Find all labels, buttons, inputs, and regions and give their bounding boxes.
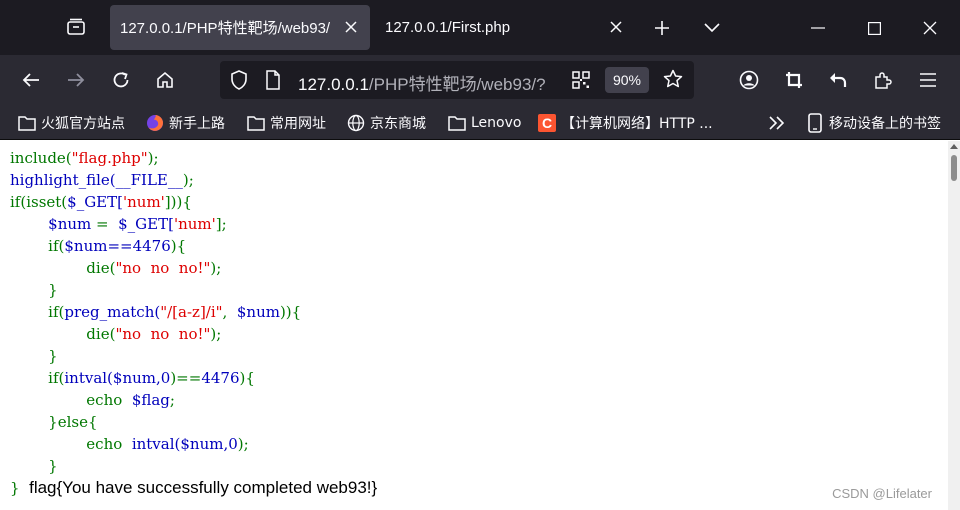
new-tab-plus-icon[interactable] bbox=[646, 12, 678, 44]
mobile-icon bbox=[806, 113, 824, 133]
tab-bar: 127.0.0.1/PHP特性靶场/web93/ 127.0.0.1/First… bbox=[0, 0, 960, 55]
flag-output: flag{You have successfully completed web… bbox=[29, 478, 378, 497]
php-source-code: include("flag.php"); highlight_file(__FI… bbox=[10, 147, 377, 499]
navigation-bar: 127.0.0.1/PHP特性靶场/web93/? 90% bbox=[0, 55, 960, 105]
code-line: if(isset($_GET['num'])){ bbox=[10, 193, 192, 211]
shield-icon[interactable] bbox=[230, 70, 248, 94]
page-info-icon[interactable] bbox=[265, 70, 281, 94]
url-input[interactable]: 127.0.0.1/PHP特性靶场/web93/? bbox=[298, 70, 568, 95]
zoom-level-button[interactable]: 90% bbox=[605, 67, 649, 93]
minimize-icon[interactable] bbox=[802, 12, 834, 44]
code-line: die("no no no!"); bbox=[86, 259, 222, 277]
screenshot-crop-icon[interactable] bbox=[778, 64, 810, 96]
code-line: die("no no no!"); bbox=[86, 325, 222, 343]
hamburger-menu-icon[interactable] bbox=[912, 64, 944, 96]
bookmark-label: 京东商城 bbox=[370, 116, 426, 132]
folder-icon bbox=[448, 114, 466, 132]
close-tab-icon[interactable] bbox=[342, 18, 360, 36]
account-icon[interactable] bbox=[733, 64, 765, 96]
bookmark-label: 【计算机网络】HTTP ... bbox=[561, 116, 713, 132]
code-line: include("flag.php"); bbox=[10, 149, 159, 167]
csdn-icon: C bbox=[538, 114, 556, 132]
page-content: include("flag.php"); highlight_file(__FI… bbox=[0, 141, 948, 510]
close-tab-icon[interactable] bbox=[607, 18, 625, 36]
bookmark-lenovo[interactable]: Lenovo bbox=[448, 112, 521, 134]
scroll-up-arrow-icon[interactable] bbox=[948, 143, 960, 153]
scrollbar-thumb[interactable] bbox=[951, 155, 957, 181]
code-line: if($num==4476){ bbox=[48, 237, 187, 255]
bookmark-getting-started[interactable]: 新手上路 bbox=[146, 112, 225, 134]
star-bookmark-icon[interactable] bbox=[663, 69, 683, 93]
back-arrow-icon[interactable] bbox=[15, 64, 47, 96]
firefox-icon bbox=[146, 114, 164, 132]
chevron-down-icon[interactable] bbox=[696, 12, 728, 44]
code-line: } bbox=[48, 347, 58, 365]
watermark: CSDN @Lifelater bbox=[832, 486, 932, 501]
bookmark-firefox-site[interactable]: 火狐官方站点 bbox=[18, 112, 125, 134]
bookmark-label: Lenovo bbox=[471, 115, 522, 131]
folder-icon bbox=[247, 114, 265, 132]
qr-code-icon[interactable] bbox=[572, 71, 590, 93]
code-line: highlight_file(__FILE__); bbox=[10, 171, 194, 189]
tab-title: 127.0.0.1/First.php bbox=[385, 19, 511, 36]
reload-icon[interactable] bbox=[105, 64, 137, 96]
bookmark-label: 新手上路 bbox=[169, 116, 225, 132]
tab-web93[interactable]: 127.0.0.1/PHP特性靶场/web93/ bbox=[110, 5, 370, 50]
tab-first-php[interactable]: 127.0.0.1/First.php bbox=[375, 5, 635, 50]
code-line: if(intval($num,0)==4476){ bbox=[48, 369, 255, 387]
url-bar[interactable]: 127.0.0.1/PHP特性靶场/web93/? 90% bbox=[220, 61, 694, 99]
code-line: } bbox=[48, 281, 58, 299]
bookmark-label: 火狐官方站点 bbox=[41, 116, 125, 132]
code-line: $num = $_GET['num']; bbox=[48, 215, 227, 233]
code-line: if(preg_match("/[a-z]/i", $num)){ bbox=[48, 303, 302, 321]
home-icon[interactable] bbox=[149, 64, 181, 96]
code-line: } flag{You have successfully completed w… bbox=[10, 478, 378, 497]
close-window-icon[interactable] bbox=[914, 12, 946, 44]
bookmark-csdn-http[interactable]: C 【计算机网络】HTTP ... bbox=[538, 112, 713, 134]
code-line: }else{ bbox=[48, 413, 98, 431]
url-path: /PHP特性靶场/web93/? bbox=[368, 75, 546, 94]
code-line: } bbox=[48, 457, 58, 475]
tab-list-icon[interactable] bbox=[58, 12, 94, 42]
code-line: echo $flag; bbox=[86, 391, 175, 409]
bookmarks-toolbar: 火狐官方站点 新手上路 常用网址 京东商城 Lenovo C 【计算机网络】HT… bbox=[0, 105, 960, 140]
bookmark-label: 常用网址 bbox=[270, 116, 326, 132]
tab-title: 127.0.0.1/PHP特性靶场/web93/ bbox=[120, 20, 331, 37]
extensions-puzzle-icon[interactable] bbox=[867, 64, 899, 96]
vertical-scrollbar[interactable] bbox=[948, 141, 960, 510]
code-line: echo intval($num,0); bbox=[86, 435, 249, 453]
bookmark-mobile[interactable]: 移动设备上的书签 bbox=[806, 112, 941, 134]
bookmark-jd[interactable]: 京东商城 bbox=[347, 112, 426, 134]
undo-arrow-icon[interactable] bbox=[822, 64, 854, 96]
maximize-icon[interactable] bbox=[858, 12, 890, 44]
bookmark-label: 移动设备上的书签 bbox=[829, 116, 941, 132]
url-host: 127.0.0.1 bbox=[298, 75, 369, 94]
bookmark-common-sites[interactable]: 常用网址 bbox=[247, 112, 326, 134]
forward-arrow-icon[interactable] bbox=[60, 64, 92, 96]
svg-text:C: C bbox=[542, 115, 552, 131]
folder-icon bbox=[18, 114, 36, 132]
bookmarks-overflow-chevron-icon[interactable] bbox=[768, 112, 786, 134]
globe-icon bbox=[347, 114, 365, 132]
